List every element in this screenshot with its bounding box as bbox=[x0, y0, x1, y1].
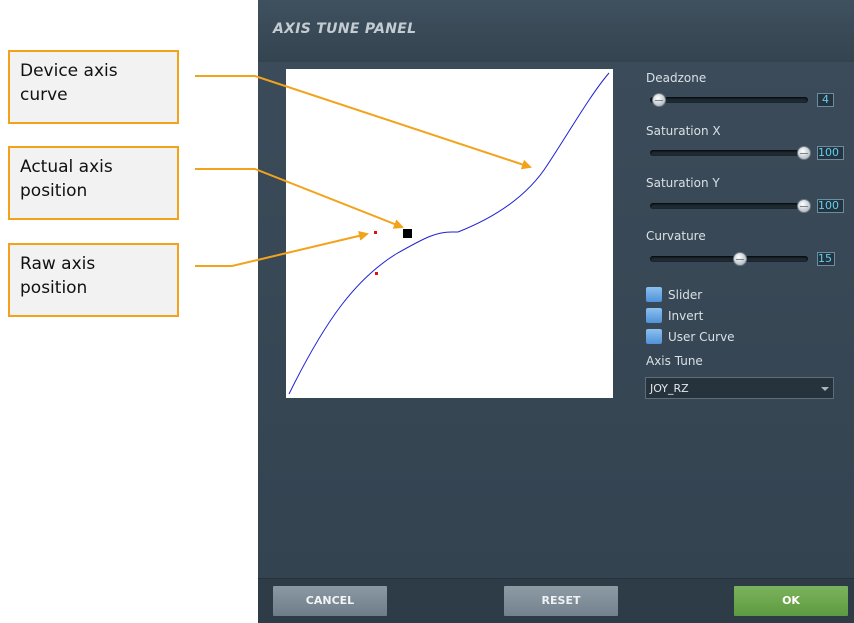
callout-device-axis-curve: Device axis curve bbox=[8, 50, 179, 124]
curvature-value[interactable]: 15 bbox=[817, 252, 835, 266]
slider-checkbox-label: Slider bbox=[668, 288, 703, 302]
saturation-x-slider-track[interactable] bbox=[650, 150, 808, 156]
callout-raw-axis-position: Raw axis position bbox=[8, 243, 179, 317]
axis-tune-selected-value: JOY_RZ bbox=[650, 382, 689, 395]
curvature-slider-track[interactable] bbox=[650, 256, 808, 262]
axis-curve-graph bbox=[286, 69, 613, 398]
callout-device-axis-curve-text: Device axis curve bbox=[20, 61, 118, 105]
curvature-label: Curvature bbox=[646, 229, 706, 243]
saturation-y-value[interactable]: 100 bbox=[817, 199, 844, 213]
axis-tune-label: Axis Tune bbox=[646, 354, 703, 368]
cancel-button[interactable]: CANCEL bbox=[273, 586, 387, 616]
actual-axis-position-marker bbox=[403, 229, 412, 238]
chevron-down-icon[interactable] bbox=[821, 387, 829, 391]
deadzone-slider-knob[interactable] bbox=[652, 93, 666, 107]
saturation-y-slider-track[interactable] bbox=[650, 203, 808, 209]
slider-checkbox[interactable] bbox=[646, 287, 662, 302]
saturation-x-label: Saturation X bbox=[646, 124, 721, 138]
deadzone-value[interactable]: 4 bbox=[817, 93, 834, 107]
axis-tune-select[interactable]: JOY_RZ bbox=[645, 377, 834, 399]
axis-curve-svg bbox=[288, 72, 610, 395]
callout-raw-axis-position-text: Raw axis position bbox=[20, 254, 96, 298]
user-curve-checkbox-label: User Curve bbox=[668, 330, 735, 344]
invert-checkbox-label: Invert bbox=[668, 309, 704, 323]
saturation-x-slider-knob[interactable] bbox=[797, 146, 811, 160]
callout-actual-axis-position-text: Actual axis position bbox=[20, 157, 113, 201]
device-axis-curve bbox=[288, 72, 610, 395]
user-curve-checkbox[interactable] bbox=[646, 329, 662, 344]
reset-button[interactable]: RESET bbox=[504, 586, 618, 616]
raw-axis-position-marker bbox=[374, 231, 377, 234]
saturation-x-value[interactable]: 100 bbox=[817, 146, 844, 160]
ok-button[interactable]: OK bbox=[734, 586, 848, 616]
raw-axis-curve-marker bbox=[375, 272, 378, 275]
invert-checkbox[interactable] bbox=[646, 308, 662, 323]
curvature-slider-knob[interactable] bbox=[733, 252, 747, 266]
panel-header: AXIS TUNE PANEL bbox=[258, 0, 854, 63]
deadzone-label: Deadzone bbox=[646, 71, 707, 85]
callout-actual-axis-position: Actual axis position bbox=[8, 146, 179, 220]
saturation-y-label: Saturation Y bbox=[646, 176, 720, 190]
panel-title: AXIS TUNE PANEL bbox=[273, 21, 417, 37]
saturation-y-slider-knob[interactable] bbox=[797, 199, 811, 213]
deadzone-slider-track[interactable] bbox=[650, 97, 808, 103]
